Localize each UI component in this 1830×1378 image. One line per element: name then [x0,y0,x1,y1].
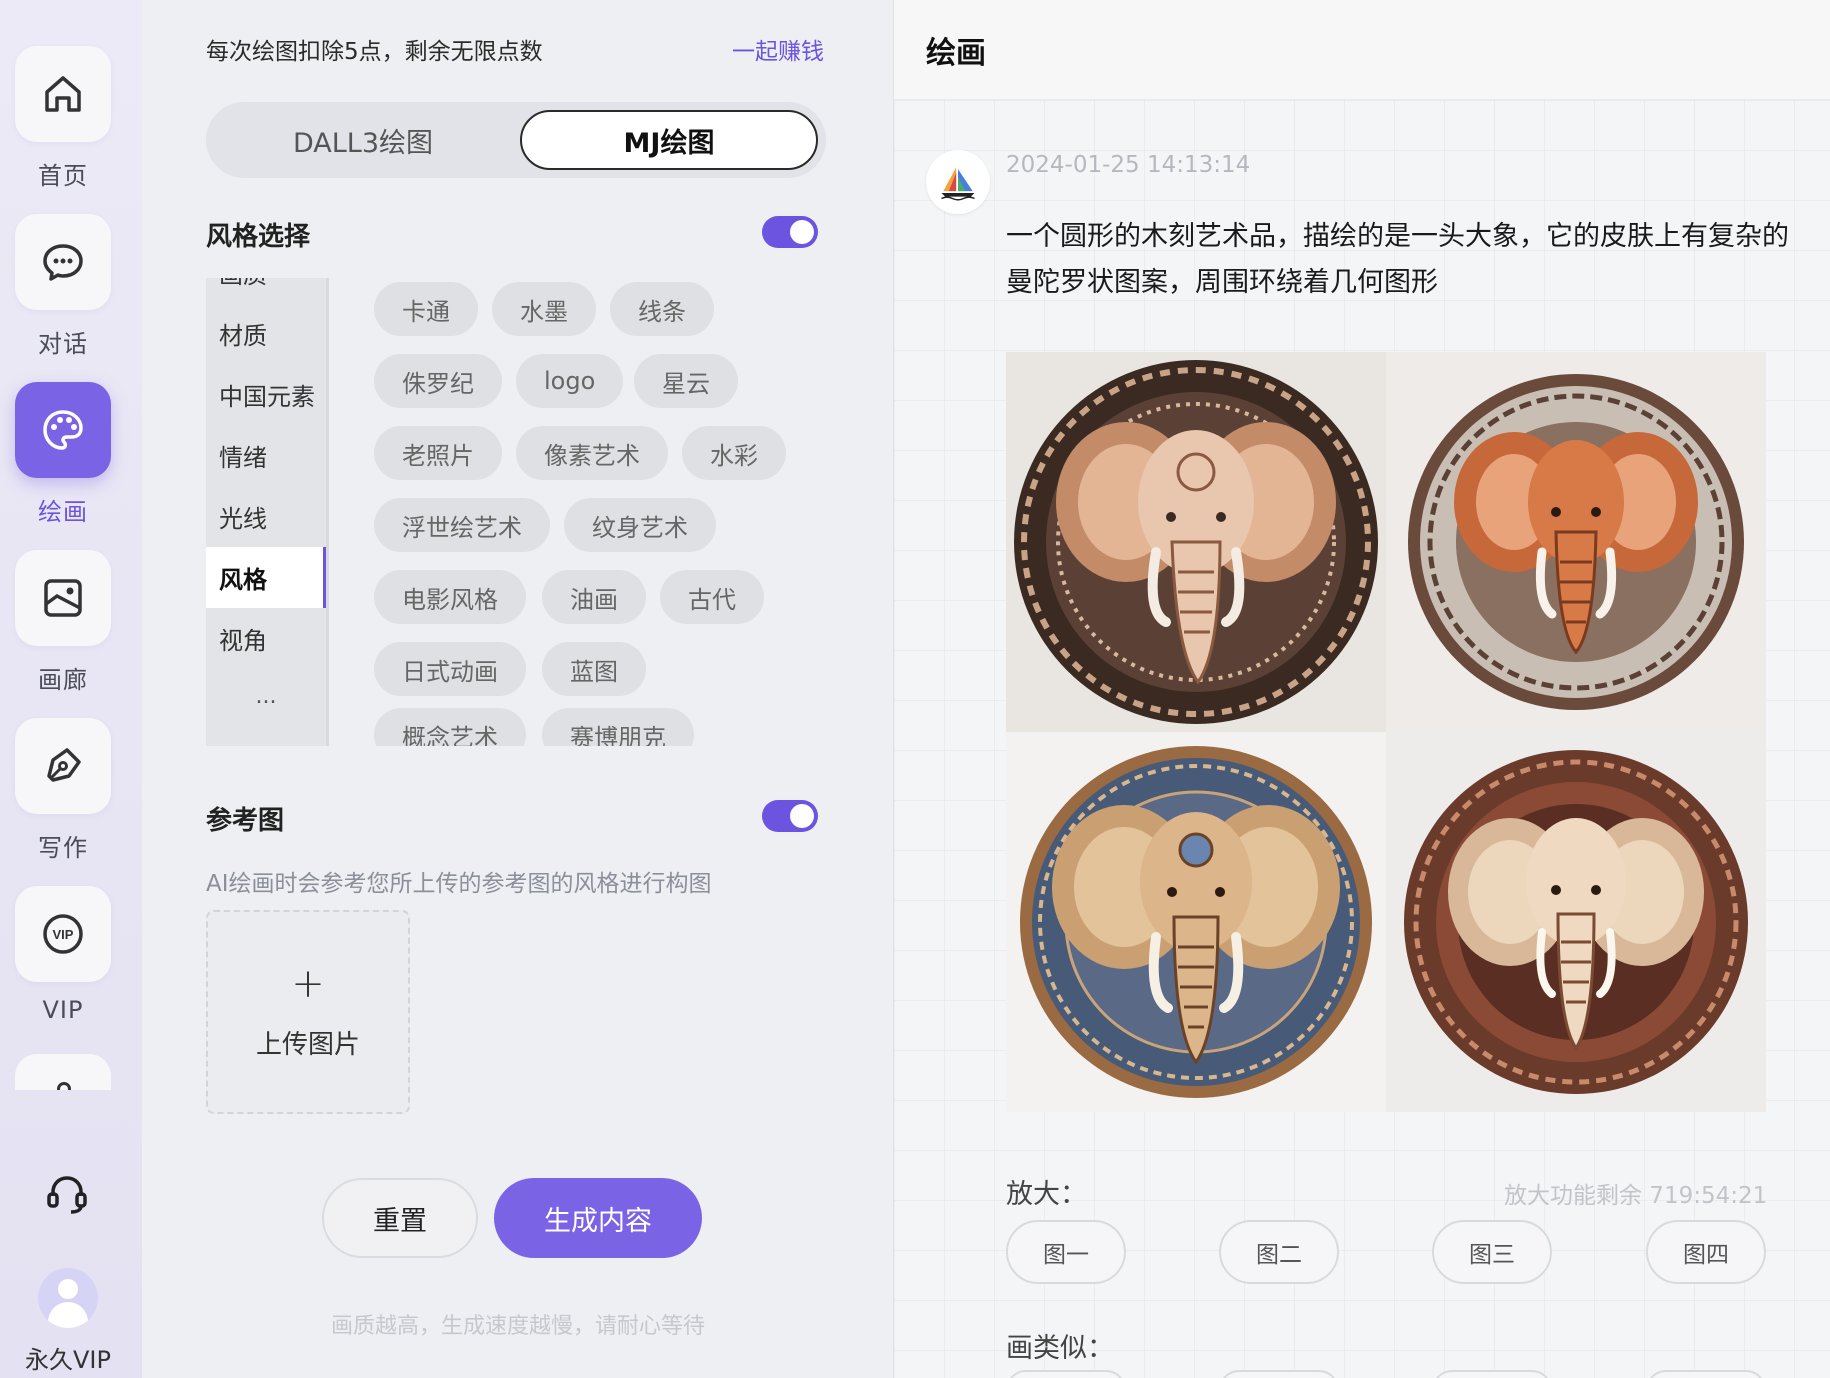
style-tag[interactable]: 油画 [542,570,646,624]
upscale-label: 放大： [1006,1179,1087,1210]
sailboat-logo-icon [941,167,975,201]
palette-icon [43,410,83,450]
user-level-label: 永久VIP [25,1346,111,1374]
headset-icon[interactable] [43,1170,91,1218]
tab-dall3[interactable]: DALL3绘图 [214,110,512,170]
plus-icon: + [291,960,325,1007]
generated-image-3[interactable] [1006,732,1386,1112]
upscale-image-1-button[interactable]: 图一 [1006,1220,1126,1284]
style-tag[interactable]: 星云 [634,354,738,408]
drawing-settings-panel: 每次绘图扣除5点，剩余无限点数 一起赚钱 DALL3绘图 MJ绘图 风格选择 画… [142,0,894,1378]
style-tag[interactable]: 线条 [610,282,714,336]
nav-button-gallery[interactable] [15,550,111,646]
quality-hint: 画质越高，生成速度越慢，请耐心等待 [330,1314,705,1339]
upscale-image-3-button[interactable]: 图三 [1432,1220,1552,1284]
draw-mode-toggle: DALL3绘图 MJ绘图 [206,102,826,178]
similar-image-1-button[interactable] [1006,1370,1126,1378]
style-tag[interactable]: 卡通 [374,282,478,336]
upscale-remaining-time: 放大功能剩余 719:54:21 [1504,1183,1768,1209]
category-item[interactable]: 视角 [206,608,326,669]
nav-item-gallery[interactable]: 画廊 [0,550,126,695]
upload-label: 上传图片 [255,1029,360,1060]
points-info: 每次绘图扣除5点，剩余无限点数 [206,39,543,65]
home-icon [45,76,81,112]
nav-label-vip: VIP [42,996,84,1024]
reference-toggle[interactable] [762,800,818,832]
style-selector: 画质 材质 中国元素 情绪 光线 风格 视角 ... 卡通 水墨 线条 侏罗纪 … [206,278,826,746]
earn-money-link[interactable]: 一起赚钱 [732,32,824,66]
sidebar-nav: 首页 对话 绘画 画廊 写作 VIP VIP 永久VIP [0,0,142,1378]
generated-image-2[interactable] [1386,352,1766,732]
nav-button-write[interactable] [15,718,111,814]
nav-button-vip[interactable]: VIP [15,886,111,982]
nav-button-home[interactable] [15,46,111,142]
category-more[interactable]: ... [206,684,326,709]
page-title: 绘画 [926,36,986,71]
nav-label-home: 首页 [38,162,88,190]
bot-avatar [926,150,990,214]
category-item[interactable]: 材质 [206,303,326,364]
generate-button[interactable]: 生成内容 [494,1178,702,1258]
category-item[interactable]: 光线 [206,486,326,547]
nav-item-home[interactable]: 首页 [0,46,126,191]
category-item[interactable]: 中国元素 [206,364,326,425]
nav-item-write[interactable]: 写作 [0,718,126,863]
drawing-result-area: 绘画 2024-01-25 14:13:14 一个圆形的木刻艺术品，描绘的是一头… [894,0,1830,1378]
similar-image-2-button[interactable] [1219,1370,1339,1378]
nav-item-draw[interactable]: 绘画 [0,382,126,527]
style-tag[interactable]: 纹身艺术 [564,498,716,552]
reference-section-title: 参考图 [206,806,285,836]
style-tag[interactable]: 赛博朋克 [542,708,694,746]
reset-button[interactable]: 重置 [322,1178,478,1258]
category-item-active[interactable]: 风格 [206,547,326,608]
style-section-title: 风格选择 [206,222,311,252]
generated-image-1[interactable] [1006,352,1386,732]
similar-image-3-button[interactable] [1432,1370,1552,1378]
nav-label-write: 写作 [38,834,88,862]
style-tag[interactable]: 水墨 [492,282,596,336]
gallery-icon [44,579,82,617]
style-toggle[interactable] [762,216,818,248]
style-tag[interactable]: 侏罗纪 [374,354,502,408]
category-divider [326,278,329,746]
generated-image-4[interactable] [1386,732,1766,1112]
upscale-image-2-button[interactable]: 图二 [1219,1220,1339,1284]
main-header: 绘画 [894,0,1830,100]
style-tag[interactable]: logo [516,354,624,408]
style-category-list: 画质 材质 中国元素 情绪 光线 风格 视角 ... [206,278,326,746]
nav-item-partial[interactable] [15,1054,111,1090]
upscale-image-4-button[interactable]: 图四 [1646,1220,1766,1284]
style-tag[interactable]: 像素艺术 [516,426,668,480]
nav-label-chat: 对话 [38,330,88,358]
style-tag[interactable]: 老照片 [374,426,502,480]
style-tag[interactable]: 概念艺术 [374,708,526,746]
upload-image-box[interactable]: + 上传图片 [206,910,410,1114]
message-timestamp: 2024-01-25 14:13:14 [1006,152,1251,178]
chat-icon [43,244,83,281]
nav-button-draw[interactable] [15,382,111,478]
nav-label-draw: 绘画 [38,498,88,526]
style-tag[interactable]: 日式动画 [374,642,526,696]
style-tag[interactable]: 浮世绘艺术 [374,498,550,552]
similar-image-4-button[interactable] [1646,1370,1766,1378]
reference-description: AI绘画时会参考您所上传的参考图的风格进行构图 [206,871,712,897]
user-avatar[interactable] [38,1268,98,1328]
vip-icon: VIP [43,914,83,954]
category-item[interactable]: 情绪 [206,425,326,486]
style-tag[interactable]: 水彩 [682,426,786,480]
tab-mj[interactable]: MJ绘图 [520,110,818,170]
pen-icon [47,748,81,782]
category-item[interactable]: 画质 [206,278,326,303]
nav-label-gallery: 画廊 [38,666,88,694]
svg-text:VIP: VIP [53,927,74,942]
style-tag[interactable]: 电影风格 [374,570,526,624]
message-prompt-text: 一个圆形的木刻艺术品，描绘的是一头大象，它的皮肤上有复杂的曼陀罗状图案，周围环绕… [1006,221,1789,298]
style-tag[interactable]: 古代 [660,570,764,624]
nav-item-chat[interactable]: 对话 [0,214,126,359]
similar-label: 画类似： [1006,1333,1114,1364]
nav-item-vip[interactable]: VIP VIP [0,886,126,1024]
nav-button-chat[interactable] [15,214,111,310]
style-tag[interactable]: 蓝图 [542,642,646,696]
generated-image-grid[interactable] [1006,352,1766,1112]
